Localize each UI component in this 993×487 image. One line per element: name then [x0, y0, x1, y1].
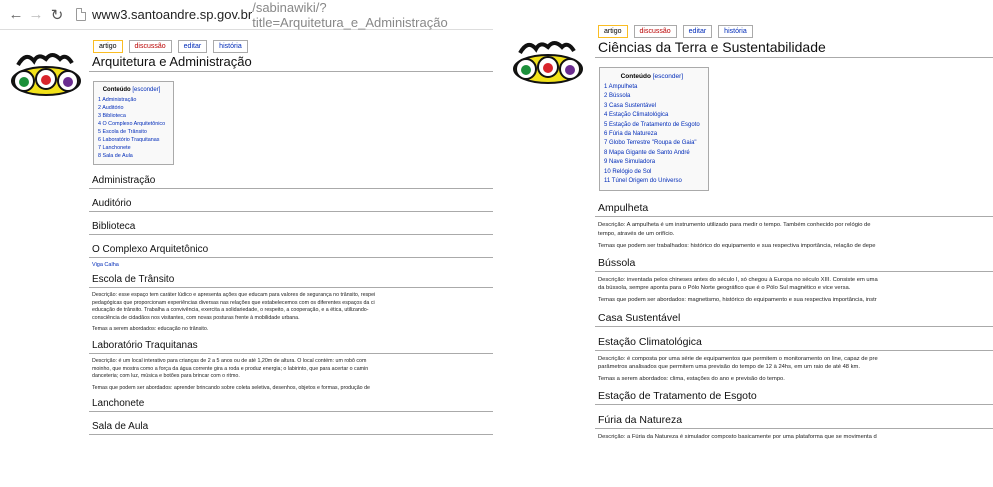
- section-heading: Estação de Tratamento de Esgoto: [595, 390, 993, 406]
- paragraph-line: educação de trânsito. Trabalha a convivê…: [92, 307, 369, 314]
- page-title: Ciências da Terra e Sustentabilidade: [595, 38, 993, 58]
- tab-historia[interactable]: história: [213, 40, 248, 53]
- table-of-contents: Conteúdo [esconder] 1 Ampulheta 2 Bússol…: [599, 67, 709, 192]
- toc-item[interactable]: 2 Auditório: [98, 104, 165, 112]
- paragraph-line: Temas que podem ser trabalhados: históri…: [598, 242, 876, 249]
- toc-item[interactable]: 6 Laboratório Traquitanas: [98, 136, 165, 144]
- article-content: Ciências da Terra e Sustentabilidade Con…: [595, 38, 993, 446]
- paragraph-line: Descrição: a Fúria da Natureza é simulad…: [598, 434, 877, 441]
- paragraph-line: Temas que podem ser abordados: magnetism…: [598, 297, 877, 304]
- article-content: Arquitetura e Administração Conteúdo [es…: [89, 53, 493, 439]
- paragraph-line: danceteria; com luz, música e botões par…: [92, 373, 240, 380]
- toc-item[interactable]: 6 Fúria da Natureza: [604, 130, 700, 139]
- section-heading: Administração: [89, 175, 493, 189]
- toc-title: Conteúdo: [620, 73, 651, 80]
- section-heading: Sala de Aula: [89, 421, 493, 436]
- section-heading: Bússola: [595, 257, 993, 273]
- paragraph-line: Temas a serem abordados: educação no trâ…: [92, 326, 209, 333]
- paragraph-line: Descrição: é um local interativo para cr…: [92, 357, 367, 364]
- tab-artigo[interactable]: artigo: [93, 40, 123, 53]
- forward-arrow-icon[interactable]: →: [26, 6, 46, 23]
- section-heading: Laboratório Traquitanas: [89, 340, 493, 354]
- paragraph-line: Descrição: esse espaço tem caráter lúdic…: [92, 292, 376, 298]
- toc-title: Conteúdo: [102, 87, 131, 93]
- paragraph-line: pedagógicas que proporcionam experiência…: [92, 299, 375, 306]
- toc-item[interactable]: 8 Mapa Gigante de Santo André: [604, 149, 700, 158]
- toc-item[interactable]: 1 Administração: [98, 96, 165, 104]
- paragraph-line: moinho, que mostra como a força da água …: [92, 365, 369, 372]
- page-icon: [76, 8, 87, 21]
- tab-editar[interactable]: editar: [177, 40, 208, 53]
- paragraph-line: Temas a serem abordados: clima, estações…: [598, 376, 785, 383]
- toc-item[interactable]: 3 Casa Sustentável: [604, 102, 700, 111]
- toc-item[interactable]: 4 O Complexo Arquitetônico: [98, 120, 165, 128]
- page-title: Arquitetura e Administração: [89, 53, 493, 72]
- section-heading: O Complexo Arquitetônico: [89, 244, 493, 258]
- toc-item[interactable]: 7 Globo Terrestre "Roupa de Gaia": [604, 139, 700, 148]
- section-heading: Lanchonete: [89, 398, 493, 413]
- reload-icon[interactable]: ↻: [46, 6, 68, 24]
- paragraph-line: Descrição: é composta por uma série de e…: [598, 355, 878, 362]
- toc-item[interactable]: 4 Estação Climatológica: [604, 111, 700, 120]
- toc-item[interactable]: 5 Escola de Trânsito: [98, 128, 165, 136]
- table-of-contents: Conteúdo [esconder] 1 Administração 2 Au…: [93, 81, 175, 165]
- paragraph-line: Temas que podem ser abordados: aprender …: [92, 384, 370, 391]
- paragraph-line: parâmetros analisados que permitem uma p…: [598, 363, 860, 370]
- toc-item[interactable]: 5 Estação de Tratamento de Esgoto: [604, 121, 700, 130]
- tab-discussao[interactable]: discussão: [633, 25, 677, 38]
- section-heading: Auditório: [89, 198, 493, 212]
- sabina-logo[interactable]: [6, 51, 86, 103]
- toc-item[interactable]: 7 Lanchonete: [98, 144, 165, 152]
- toc-item[interactable]: 3 Biblioteca: [98, 112, 165, 120]
- paragraph-line: tempo, através de um orifício.: [598, 230, 675, 237]
- left-wiki-page: artigo discussão editar história Arquite…: [0, 31, 493, 487]
- paragraph-line: da bússola, sempre aponta para o Pólo No…: [598, 285, 851, 292]
- address-bar[interactable]: www3.santoandre.sp.gov.br/sabinawiki/?ti…: [72, 0, 493, 30]
- tab-editar[interactable]: editar: [682, 25, 713, 38]
- toc-item[interactable]: 1 Ampulheta: [604, 83, 700, 92]
- toc-toggle-link[interactable]: [esconder]: [653, 73, 683, 80]
- paragraph-line: consciência de cidadãos nos visitantes, …: [92, 314, 300, 321]
- toc-item[interactable]: 10 Relógio de Sol: [604, 168, 700, 177]
- tab-discussao[interactable]: discussão: [128, 40, 172, 53]
- section-heading: Biblioteca: [89, 221, 493, 235]
- section-heading: Escola de Trânsito: [89, 274, 493, 288]
- url-host: www3.santoandre.sp.gov.br: [92, 7, 253, 22]
- toc-item[interactable]: 8 Sala de Aula: [98, 152, 165, 160]
- paragraph-line: Descrição: inventada pelos chineses ante…: [598, 277, 878, 284]
- viga-calha-link[interactable]: Viga Calha: [89, 262, 493, 268]
- url-path: /sabinawiki/?title=Arquitetura_e_Adminis…: [252, 0, 448, 30]
- tab-historia[interactable]: história: [718, 25, 753, 38]
- toc-item[interactable]: 11 Túnel Origem do Universo: [604, 177, 700, 186]
- toc-toggle-link[interactable]: [esconder]: [132, 87, 160, 93]
- section-heading: Ampulheta: [595, 202, 993, 218]
- toc-item[interactable]: 2 Bússola: [604, 92, 700, 101]
- page-tabs: artigo discussão editar história: [93, 40, 248, 53]
- right-wiki-page: artigo discussão editar história Ciência…: [500, 23, 993, 487]
- paragraph-line: Descrição: A ampulheta é um instrumento …: [598, 222, 871, 229]
- toc-item[interactable]: 9 Nave Simuladora: [604, 158, 700, 167]
- section-heading: Fúria da Natureza: [595, 414, 993, 430]
- sabina-logo[interactable]: [508, 39, 588, 91]
- browser-toolbar: ← → ↻ www3.santoandre.sp.gov.br/sabinawi…: [0, 0, 493, 30]
- back-arrow-icon[interactable]: ←: [6, 6, 26, 23]
- section-heading: Estação Climatológica: [595, 336, 993, 351]
- tab-artigo[interactable]: artigo: [598, 25, 628, 38]
- section-heading: Casa Sustentável: [595, 312, 993, 327]
- page-tabs: artigo discussão editar história: [598, 25, 753, 38]
